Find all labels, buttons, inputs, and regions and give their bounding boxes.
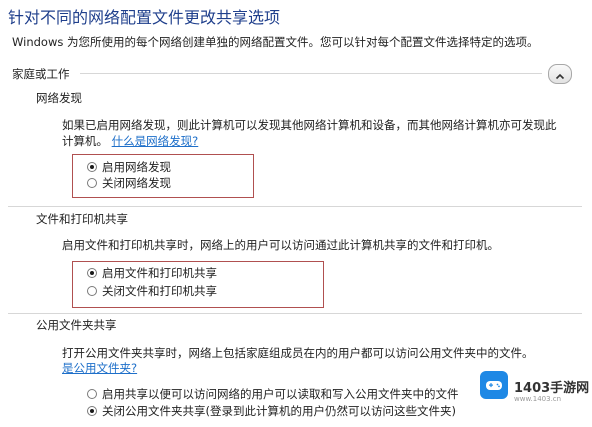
- chevron-up-icon: [555, 65, 565, 84]
- radio-disable-file-printer-sharing[interactable]: 关闭文件和打印机共享: [87, 283, 217, 299]
- radio-unselected-icon[interactable]: [87, 286, 97, 296]
- page-title: 针对不同的网络配置文件更改共享选项: [8, 8, 281, 27]
- section-divider: [8, 206, 582, 207]
- collapse-profile-button[interactable]: [548, 64, 572, 84]
- file-printer-sharing-description: 启用文件和打印机共享时，网络上的用户可以访问通过此计算机共享的文件和打印机。: [62, 238, 499, 252]
- what-is-network-discovery-link[interactable]: 什么是网络发现?: [112, 134, 199, 148]
- section-divider: [8, 313, 582, 314]
- radio-selected-icon[interactable]: [87, 268, 97, 278]
- watermark-url: www.1403.cn: [514, 395, 562, 403]
- watermark: 1403手游网 www.1403.cn: [470, 365, 592, 427]
- network-discovery-description-line1: 如果已启用网络发现，则此计算机可以发现其他网络计算机和设备，而其他网络计算机亦可…: [62, 118, 557, 132]
- radio-selected-icon[interactable]: [87, 162, 97, 172]
- network-discovery-title: 网络发现: [36, 91, 82, 105]
- public-folder-sharing-title: 公用文件夹共享: [36, 318, 117, 332]
- page-description: Windows 为您所使用的每个网络创建单独的网络配置文件。您可以针对每个配置文…: [12, 35, 539, 49]
- watermark-brand: 1403手游网: [514, 381, 590, 396]
- radio-enable-file-printer-sharing[interactable]: 启用文件和打印机共享: [87, 265, 217, 281]
- profile-divider: [80, 73, 542, 74]
- radio-enable-network-discovery[interactable]: 启用网络发现: [87, 159, 171, 175]
- what-is-public-folder-link[interactable]: 是公用文件夹?: [62, 361, 137, 375]
- radio-selected-icon[interactable]: [87, 406, 97, 416]
- radio-disable-public-folder-sharing[interactable]: 关闭公用文件夹共享(登录到此计算机的用户仍然可以访问这些文件夹): [87, 403, 456, 419]
- profile-label: 家庭或工作: [12, 67, 70, 81]
- radio-unselected-icon[interactable]: [87, 178, 97, 188]
- radio-disable-network-discovery[interactable]: 关闭网络发现: [87, 175, 171, 191]
- file-printer-sharing-title: 文件和打印机共享: [36, 212, 128, 226]
- radio-unselected-icon[interactable]: [87, 389, 97, 399]
- radio-enable-public-folder-sharing[interactable]: 启用共享以便可以访问网络的用户可以读取和写入公用文件夹中的文件: [87, 386, 459, 402]
- game-controller-icon: [480, 371, 508, 399]
- network-discovery-description-line2: 计算机。: [62, 134, 108, 148]
